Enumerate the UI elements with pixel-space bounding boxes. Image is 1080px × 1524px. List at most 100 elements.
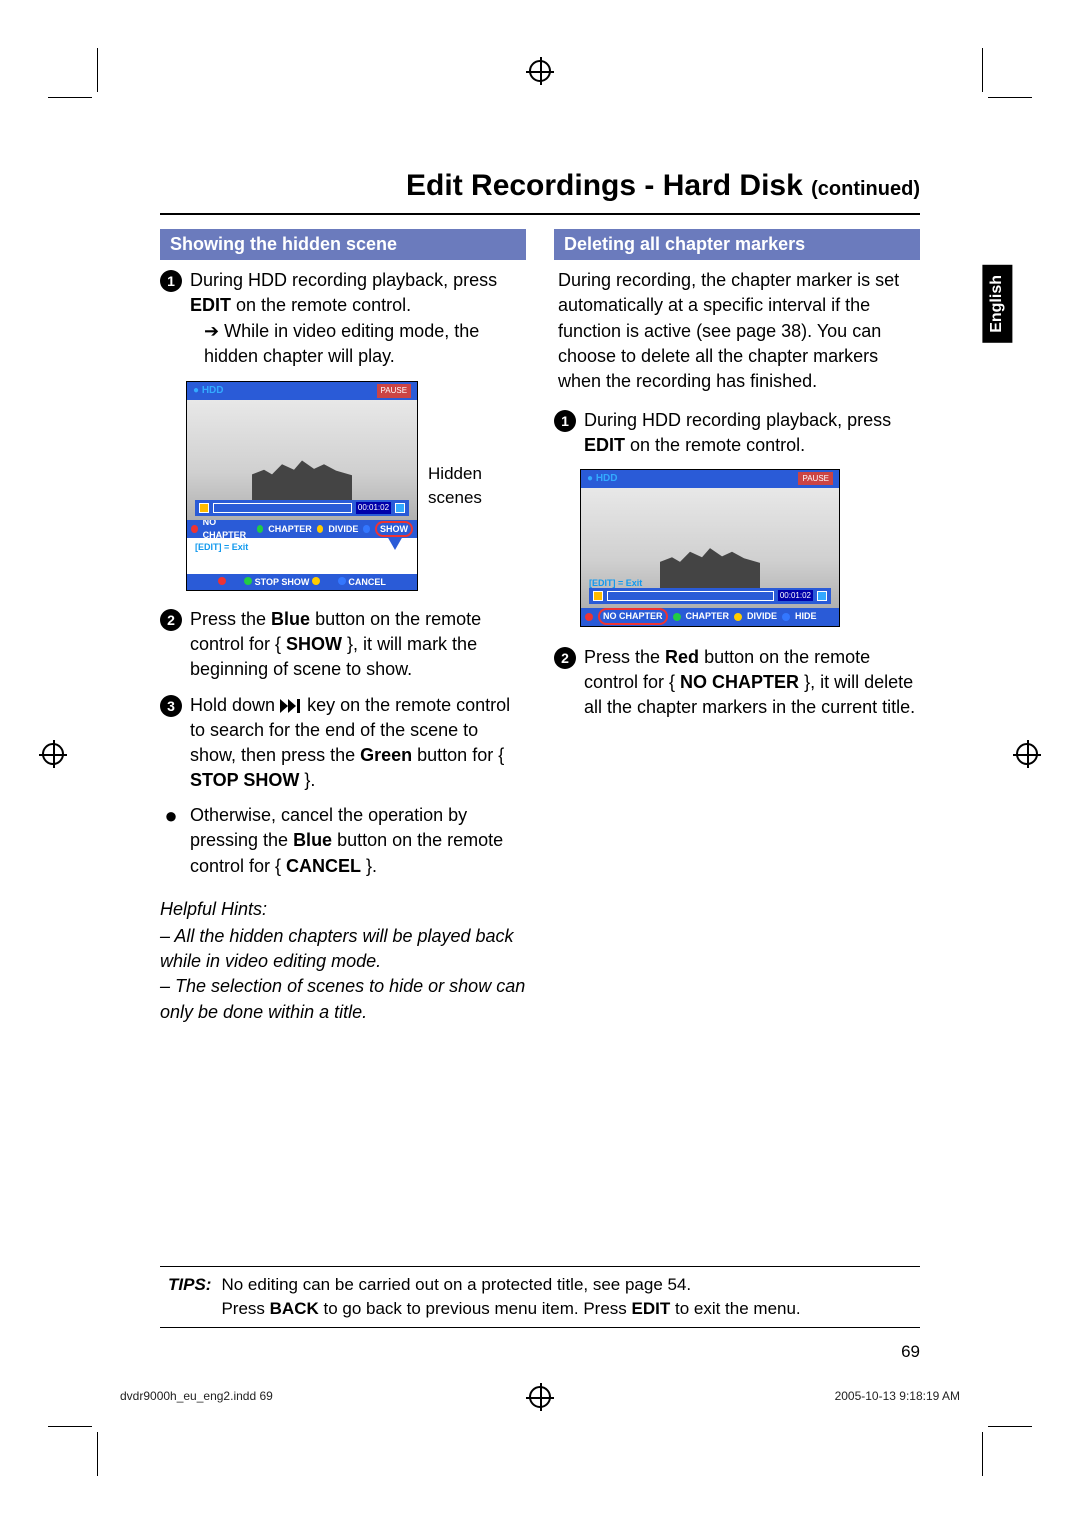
progress-right-icon (817, 591, 827, 601)
yellow-dot-icon (317, 525, 324, 533)
yellow-dot-icon (734, 613, 742, 621)
thumbnail-image-icon (660, 544, 760, 590)
hints-title: Helpful Hints: (160, 897, 526, 922)
step-number-icon: 1 (160, 270, 182, 292)
step-number-icon: 1 (554, 410, 576, 432)
green-keyword: Green (360, 745, 412, 765)
red-dot-icon (585, 613, 593, 621)
right-intro: During recording, the chapter marker is … (554, 268, 920, 394)
green-dot-icon (673, 613, 681, 621)
section-heading-delete: Deleting all chapter markers (554, 229, 920, 260)
edit-keyword: EDIT (632, 1299, 671, 1318)
osd-exit-label: [EDIT] = Exit (589, 577, 642, 590)
step-number-icon: 2 (160, 609, 182, 631)
osd-thumbnail-left: ● HDD PAUSE 00:01:02 [EDIT] = Exit (186, 381, 418, 591)
back-keyword: BACK (270, 1299, 319, 1318)
osd-opt-show: SHOW (375, 521, 413, 538)
stopshow-keyword: STOP SHOW (190, 770, 299, 790)
hints-line: – The selection of scenes to hide or sho… (160, 974, 526, 1024)
osd-opt-hide: HIDE (795, 610, 817, 623)
progress-left-icon (199, 503, 209, 513)
step1-text: During HDD recording playback, press (190, 270, 497, 290)
crop-mark-icon (48, 1426, 92, 1427)
step-3-left: 3 Hold down key on the remote control to… (160, 693, 526, 794)
step-2-right: 2 Press the Red button on the remote con… (554, 645, 920, 721)
red-dot-icon (218, 577, 226, 585)
progress-left-icon (593, 591, 603, 601)
osd-extra-bar: STOP SHOW CANCEL (187, 574, 417, 590)
blue-keyword: Blue (271, 609, 310, 629)
osd-opt-chapter: CHAPTER (268, 523, 312, 536)
right-column: Deleting all chapter markers During reco… (554, 229, 920, 1025)
osd-time: 00:01:02 (356, 502, 391, 513)
fast-forward-icon (280, 699, 302, 713)
osd-thumbnail-right: ● HDD PAUSE 00:01:02 [EDIT] = Exit (580, 469, 840, 627)
text: on the remote control. (625, 435, 805, 455)
title-main: Edit Recordings - Hard Disk (406, 169, 803, 202)
text: }. (361, 856, 377, 876)
cancel-keyword: CANCEL (286, 856, 361, 876)
text: Hold down (190, 695, 280, 715)
osd-hdd-label: ● HDD (193, 384, 224, 398)
left-column: Showing the hidden scene 1 During HDD re… (160, 229, 526, 1025)
title-continued: (continued) (811, 178, 920, 200)
progress-right-icon (395, 503, 405, 513)
crop-mark-icon (982, 48, 983, 92)
crop-mark-icon (48, 97, 92, 98)
step-2-left: 2 Press the Blue button on the remote co… (160, 607, 526, 683)
crop-mark-icon (97, 1432, 98, 1476)
green-dot-icon (257, 525, 264, 533)
text: During HDD recording playback, press (584, 410, 891, 430)
osd-hdd-label: ● HDD (587, 472, 618, 486)
tips-line2: Press BACK to go back to previous menu i… (221, 1297, 800, 1321)
osd-opt-nochapter: NO CHAPTER (598, 608, 668, 625)
registration-mark-icon (42, 743, 64, 765)
green-dot-icon (244, 577, 252, 585)
page-number: 69 (901, 1340, 920, 1364)
osd-opt-divide: DIVIDE (747, 610, 777, 623)
text: Press the (584, 647, 665, 667)
nochapter-keyword: NO CHAPTER (680, 672, 799, 692)
registration-mark-icon (529, 60, 551, 82)
crop-mark-icon (988, 97, 1032, 98)
blue-dot-icon (338, 577, 346, 585)
text: Press the (190, 609, 271, 629)
blue-keyword: Blue (293, 830, 332, 850)
footer-timestamp: 2005-10-13 9:18:19 AM (835, 1388, 960, 1405)
osd-opt-divide: DIVIDE (328, 523, 358, 536)
bullet-icon: ● (160, 805, 182, 879)
step-1-left: 1 During HDD recording playback, press E… (160, 268, 526, 369)
osd-stopshow: STOP SHOW (255, 577, 310, 587)
crop-mark-icon (982, 1432, 983, 1476)
osd-exit-label: [EDIT] = Exit (195, 541, 248, 554)
hints-line: – All the hidden chapters will be played… (160, 924, 526, 974)
osd-pause-badge: PAUSE (377, 384, 412, 397)
osd-cancel: CANCEL (348, 577, 386, 587)
tips-line1: No editing can be carried out on a prote… (221, 1273, 800, 1297)
footer-file: dvdr9000h_eu_eng2.indd 69 (120, 1388, 273, 1405)
language-tab: English (982, 265, 1012, 343)
osd-pause-badge: PAUSE (798, 472, 833, 485)
osd-progress-bar: 00:01:02 (195, 500, 409, 516)
edit-keyword: EDIT (190, 295, 231, 315)
red-keyword: Red (665, 647, 699, 667)
blue-dot-icon (782, 613, 790, 621)
bullet-left: ● Otherwise, cancel the operation by pre… (160, 803, 526, 879)
arrow-icon: ➔ (204, 321, 224, 341)
section-heading-show: Showing the hidden scene (160, 229, 526, 260)
show-keyword: SHOW (286, 634, 342, 654)
text: }. (299, 770, 315, 790)
step1-sub: ➔ While in video editing mode, the hidde… (190, 319, 526, 369)
page-title: Edit Recordings - Hard Disk (continued) (160, 165, 920, 215)
tips-label: TIPS: (168, 1273, 211, 1321)
osd-color-bar: NO CHAPTER CHAPTER DIVIDE SHOW (187, 520, 417, 538)
step-number-icon: 2 (554, 647, 576, 669)
step-1-right: 1 During HDD recording playback, press E… (554, 408, 920, 458)
osd-color-bar: NO CHAPTER CHAPTER DIVIDE HIDE (581, 608, 839, 626)
text: button for { (412, 745, 504, 765)
red-dot-icon (191, 525, 198, 533)
crop-mark-icon (97, 48, 98, 92)
thumbnail-caption: Hidden scenes (428, 462, 526, 510)
osd-opt-chapter: CHAPTER (686, 610, 730, 623)
crop-mark-icon (988, 1426, 1032, 1427)
